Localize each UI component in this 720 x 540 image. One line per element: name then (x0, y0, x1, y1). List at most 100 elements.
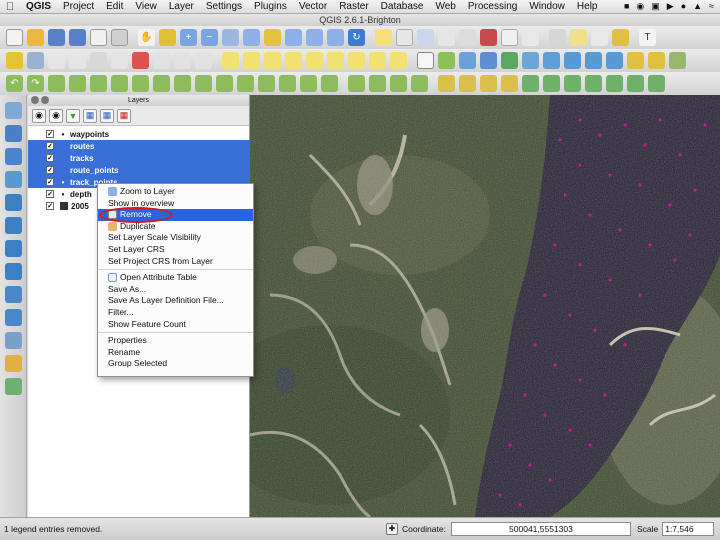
layer-style-icon[interactable]: ◉ (32, 108, 46, 123)
add-mssql-icon[interactable] (522, 52, 539, 69)
text-annotation-icon[interactable]: T (639, 29, 656, 46)
layer-visibility-checkbox[interactable]: ✓ (46, 178, 54, 186)
node-tool-icon[interactable] (111, 52, 128, 69)
diagram-icon[interactable] (390, 52, 407, 69)
layer-labeling-icon[interactable] (243, 52, 260, 69)
add-wcs-layer-icon[interactable] (4, 263, 22, 280)
menu-view[interactable]: View (129, 1, 163, 12)
zoom-next-icon[interactable] (327, 29, 344, 46)
menu-item-show-feature-count[interactable]: Show Feature Count (98, 319, 253, 331)
new-spatialite-icon[interactable] (648, 52, 665, 69)
layer-visibility-checkbox[interactable]: ✓ (46, 130, 54, 138)
remove-layer-icon[interactable]: ▦ (117, 108, 131, 123)
map-canvas[interactable] (250, 95, 720, 517)
identify-icon[interactable] (375, 29, 392, 46)
tray-icon-3[interactable]: ▣ (651, 1, 660, 12)
processing-toolbox-icon[interactable] (348, 75, 365, 92)
layer-visibility-checkbox[interactable]: ✓ (46, 142, 54, 150)
zoom-last-icon[interactable] (306, 29, 323, 46)
add-postgis-icon[interactable] (480, 52, 497, 69)
add-ring-icon[interactable] (90, 75, 107, 92)
simplify-feature-icon[interactable] (69, 75, 86, 92)
add-oracle-layer-icon[interactable] (4, 217, 22, 234)
tray-icon-6[interactable]: ▲ (693, 1, 702, 12)
offline-editing-icon[interactable] (648, 75, 665, 92)
composer-manager-icon[interactable] (111, 29, 128, 46)
rotate-point-symbols-icon[interactable] (321, 75, 338, 92)
road-graph-icon[interactable] (606, 75, 623, 92)
add-wfs-layer-icon[interactable] (4, 286, 22, 303)
add-wcs-icon[interactable] (585, 52, 602, 69)
new-project-icon[interactable] (6, 29, 23, 46)
expand-all-icon[interactable]: ▦ (83, 108, 97, 123)
add-vector-icon[interactable] (438, 52, 455, 69)
zoom-to-selection-icon[interactable] (264, 29, 281, 46)
add-oracle-icon[interactable] (543, 52, 560, 69)
menu-item-open-attribute-table[interactable]: Open Attribute Table (98, 272, 253, 284)
delete-part-icon[interactable] (174, 75, 191, 92)
menu-processing[interactable]: Processing (462, 1, 523, 12)
menu-vector[interactable]: Vector (293, 1, 333, 12)
menu-item-properties[interactable]: Properties (98, 335, 253, 347)
zoom-actual-icon[interactable] (222, 29, 239, 46)
add-group-icon[interactable]: ◉ (49, 108, 63, 123)
label-icon[interactable] (222, 52, 239, 69)
add-part-icon[interactable] (111, 75, 128, 92)
add-wfs-icon[interactable] (606, 52, 623, 69)
run-feature-action-icon[interactable] (396, 29, 413, 46)
current-edits-icon[interactable] (6, 52, 23, 69)
layer-visibility-checkbox[interactable]: ✓ (46, 154, 54, 162)
rotate-label-icon[interactable] (327, 52, 344, 69)
new-layer-icon[interactable] (4, 355, 22, 372)
add-vector-layer-icon[interactable] (4, 102, 22, 119)
add-delimited-text-layer-icon[interactable] (4, 309, 22, 326)
redo-icon[interactable]: ↷ (27, 75, 44, 92)
fill-ring-icon[interactable] (132, 75, 149, 92)
panel-close-icon[interactable] (31, 96, 39, 104)
add-raster-layer-icon[interactable] (4, 125, 22, 142)
add-mssql-layer-icon[interactable] (4, 194, 22, 211)
select-features-icon[interactable] (417, 29, 434, 46)
save-as-icon[interactable] (69, 29, 86, 46)
layer-row-tracks[interactable]: ✓ tracks (28, 152, 250, 164)
save-edits-icon[interactable] (27, 52, 44, 69)
pin-labels-icon[interactable] (264, 52, 281, 69)
add-wms-layer-icon[interactable] (4, 240, 22, 257)
georeferencer-icon[interactable] (438, 75, 455, 92)
delete-ring-icon[interactable] (153, 75, 170, 92)
gps-tools-icon[interactable] (543, 75, 560, 92)
panel-float-icon[interactable] (41, 96, 49, 104)
dxf-export-icon[interactable] (627, 75, 644, 92)
layer-row-routes[interactable]: ✓ routes (28, 140, 250, 152)
filter-legend-icon[interactable]: ▼ (66, 108, 80, 123)
toggle-editing-icon[interactable] (48, 52, 65, 69)
heatmap-icon[interactable] (459, 75, 476, 92)
new-shapefile-icon[interactable] (627, 52, 644, 69)
rotate-feature-icon[interactable] (48, 75, 65, 92)
add-postgis-layer-icon[interactable] (4, 148, 22, 165)
menu-help[interactable]: Help (571, 1, 604, 12)
layer-visibility-checkbox[interactable]: ✓ (46, 202, 54, 210)
show-hide-labels-icon[interactable] (285, 52, 302, 69)
pan-to-selection-icon[interactable] (159, 29, 176, 46)
topology-checker-icon[interactable] (585, 75, 602, 92)
delete-selected-icon[interactable] (132, 52, 149, 69)
menu-app-name[interactable]: QGIS (20, 1, 57, 12)
field-calculator-icon[interactable] (501, 29, 518, 46)
move-label-icon[interactable] (306, 52, 323, 69)
zoom-in-icon[interactable]: + (180, 29, 197, 46)
refresh-icon[interactable]: ↻ (348, 29, 365, 46)
bookmark-icon[interactable] (591, 29, 608, 46)
copy-features-icon[interactable] (174, 52, 191, 69)
new-print-composer-icon[interactable] (90, 29, 107, 46)
coordinate-capture-icon[interactable] (522, 75, 539, 92)
statistics-icon[interactable] (522, 29, 539, 46)
menu-database[interactable]: Database (375, 1, 430, 12)
coordinate-field[interactable]: 500041,5551303 (450, 522, 631, 536)
menu-window[interactable]: Window (523, 1, 571, 12)
layer-visibility-checkbox[interactable]: ✓ (46, 166, 54, 174)
menu-item-rename[interactable]: Rename (98, 347, 253, 359)
add-feature-icon[interactable] (69, 52, 86, 69)
menu-item-set-layer-crs[interactable]: Set Layer CRS (98, 244, 253, 256)
merge-attributes-icon[interactable] (300, 75, 317, 92)
